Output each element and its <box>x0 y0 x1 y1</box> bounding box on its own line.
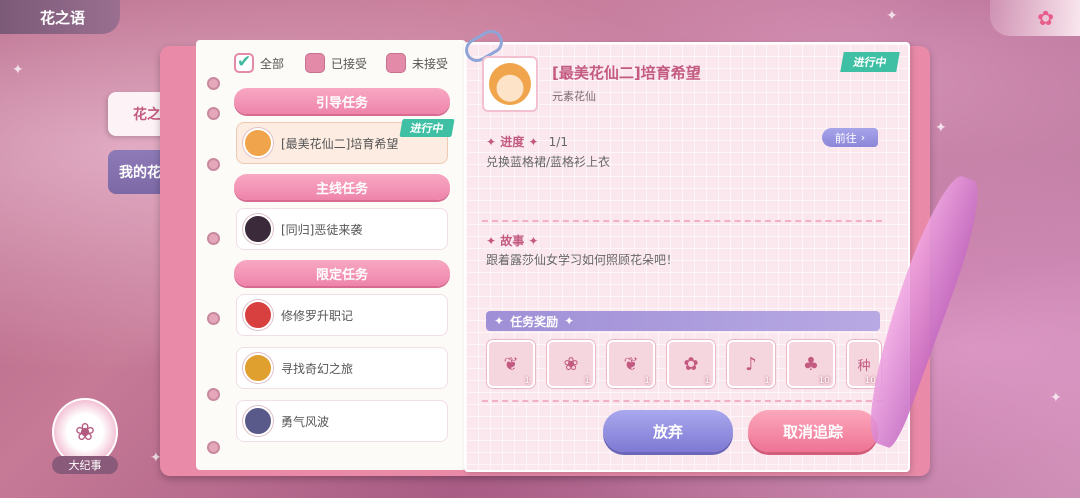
avatar <box>243 128 273 158</box>
progress-text: 兑换蓝格裙/蓝格衫上衣 <box>486 155 611 169</box>
page-title-text: 花之语 <box>40 8 86 27</box>
avatar <box>243 406 273 436</box>
binder-ring <box>207 388 220 401</box>
quest-title: [最美花仙二]培育希望 <box>552 64 701 82</box>
sprout-icon: ♣ <box>802 353 820 375</box>
checkbox[interactable] <box>305 53 325 73</box>
filter-label: 已接受 <box>331 56 368 71</box>
abandon-label: 放弃 <box>652 422 683 441</box>
chronicle-label[interactable]: 大纪事 <box>52 456 118 474</box>
binder-ring <box>207 77 220 90</box>
category-label: 引导任务 <box>315 95 368 111</box>
sparkle-icon: ✦ <box>12 62 24 78</box>
reward-item[interactable]: ❀ 1 <box>547 340 595 388</box>
reward-item[interactable]: ❦ 1 <box>487 340 535 388</box>
reward-count: 1 <box>644 376 650 386</box>
category-label: 限定任务 <box>315 267 368 283</box>
binder-ring <box>207 107 220 120</box>
divider <box>482 400 882 402</box>
flower-menu-button[interactable]: ✿ <box>990 0 1080 36</box>
reward-count: 1 <box>764 376 770 386</box>
progress-value: 1/1 <box>548 135 568 149</box>
abandon-button[interactable]: 放弃 <box>603 410 733 452</box>
flower-icon: ✿ <box>1037 6 1054 30</box>
quest-item[interactable]: 寻找奇幻之旅 <box>236 347 448 389</box>
quest-giver-name: 元素花仙 <box>552 90 596 103</box>
book-fairy-icon: ❀ <box>74 418 96 446</box>
checkbox[interactable] <box>386 53 406 73</box>
quest-giver-avatar <box>482 56 538 112</box>
avatar <box>243 214 273 244</box>
filter-not-accepted[interactable]: 未接受 <box>386 53 448 73</box>
quest-name: 寻找奇幻之旅 <box>281 361 354 376</box>
reward-item[interactable]: ❦ 1 <box>607 340 655 388</box>
filter-label: 未接受 <box>412 56 449 71</box>
sparkle-icon: ✦ <box>1050 390 1062 406</box>
bow-icon: ❦ <box>503 353 519 375</box>
shoes-icon: ♪ <box>745 353 757 375</box>
category-limited: 限定任务 <box>234 260 450 286</box>
untrack-button[interactable]: 取消追踪 <box>748 410 878 452</box>
reward-item[interactable]: ♣ 10 <box>787 340 835 388</box>
progress-label: 进度 <box>500 135 525 149</box>
reward-count: 1 <box>524 376 530 386</box>
avatar <box>243 353 273 383</box>
reward-label: 任务奖励 <box>510 314 559 329</box>
story-text: 跟着露莎仙女学习如何照顾花朵吧！ <box>486 253 679 267</box>
avatar <box>243 300 273 330</box>
category-label: 主线任务 <box>315 181 368 197</box>
reward-item[interactable]: ♪ 1 <box>727 340 775 388</box>
untrack-label: 取消追踪 <box>782 422 843 441</box>
quest-item[interactable]: [同归]恶徒来袭 <box>236 208 448 250</box>
reward-count: 1 <box>584 376 590 386</box>
filter-label: 全部 <box>260 56 285 71</box>
goto-button[interactable]: 前往 › <box>822 128 878 147</box>
quest-item-selected[interactable]: [最美花仙二]培育希望 进行中 <box>236 119 455 164</box>
binder-ring <box>207 312 220 325</box>
filter-all[interactable]: 全部 <box>234 52 285 73</box>
progress-heading: ✦ 进度 ✦ 1/1 <box>486 135 568 149</box>
story-label: 故事 <box>500 234 525 248</box>
reward-count: 1 <box>704 376 710 386</box>
bracelet-icon: ✿ <box>683 353 699 375</box>
divider <box>482 220 882 222</box>
category-main: 主线任务 <box>234 174 450 200</box>
filter-accepted[interactable]: 已接受 <box>305 53 367 73</box>
book-icon: 种 <box>857 358 871 374</box>
binder-ring <box>207 441 220 454</box>
binder-ring <box>207 232 220 245</box>
sparkle-icon: ✦ <box>935 120 947 136</box>
quest-name: 修修罗升职记 <box>281 308 354 323</box>
status-badge: 进行中 <box>399 119 455 137</box>
page-title: 花之语 <box>0 0 120 34</box>
binder-ring <box>207 158 220 171</box>
quest-name: [同归]恶徒来袭 <box>281 222 363 237</box>
chevron-right-icon: › <box>860 131 866 144</box>
quest-name: [最美花仙二]培育希望 <box>281 136 399 151</box>
goto-label: 前往 <box>834 131 857 145</box>
quest-name: 勇气风波 <box>281 414 330 429</box>
sparkle-icon: ✦ <box>886 8 898 24</box>
story-heading: ✦ 故事 ✦ <box>486 234 539 248</box>
quest-item[interactable]: 勇气风波 <box>236 400 448 442</box>
reward-item[interactable]: ✿ 1 <box>667 340 715 388</box>
quest-item[interactable]: 修修罗升职记 <box>236 294 448 336</box>
reward-header: ✦ 任务奖励 ✦ <box>486 311 880 331</box>
category-guide: 引导任务 <box>234 88 450 114</box>
reward-count: 10 <box>818 376 830 386</box>
earring-icon: ❦ <box>623 353 639 375</box>
checkbox[interactable] <box>234 52 254 73</box>
status-badge: 进行中 <box>840 52 900 72</box>
hair-icon: ❀ <box>563 353 579 375</box>
